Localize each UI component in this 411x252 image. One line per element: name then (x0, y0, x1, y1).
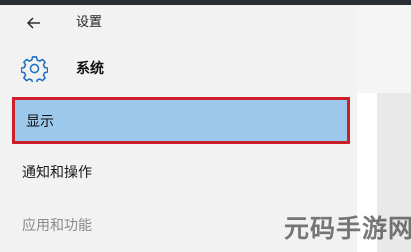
page-title: 设置 (76, 15, 103, 30)
nav-item-label: 通知和操作 (22, 165, 92, 181)
nav-item-display[interactable]: 显示 (12, 97, 350, 144)
nav-item-notifications[interactable]: 通知和操作 (0, 153, 357, 193)
gear-icon (21, 56, 48, 82)
section-title: 系统 (76, 61, 104, 77)
back-arrow-icon[interactable] (26, 15, 42, 31)
content-panel-top (357, 5, 411, 93)
watermark: 元码手游网 (284, 214, 411, 243)
nav-item-label: 显示 (26, 114, 54, 130)
nav-item-label: 应用和功能 (22, 218, 92, 234)
